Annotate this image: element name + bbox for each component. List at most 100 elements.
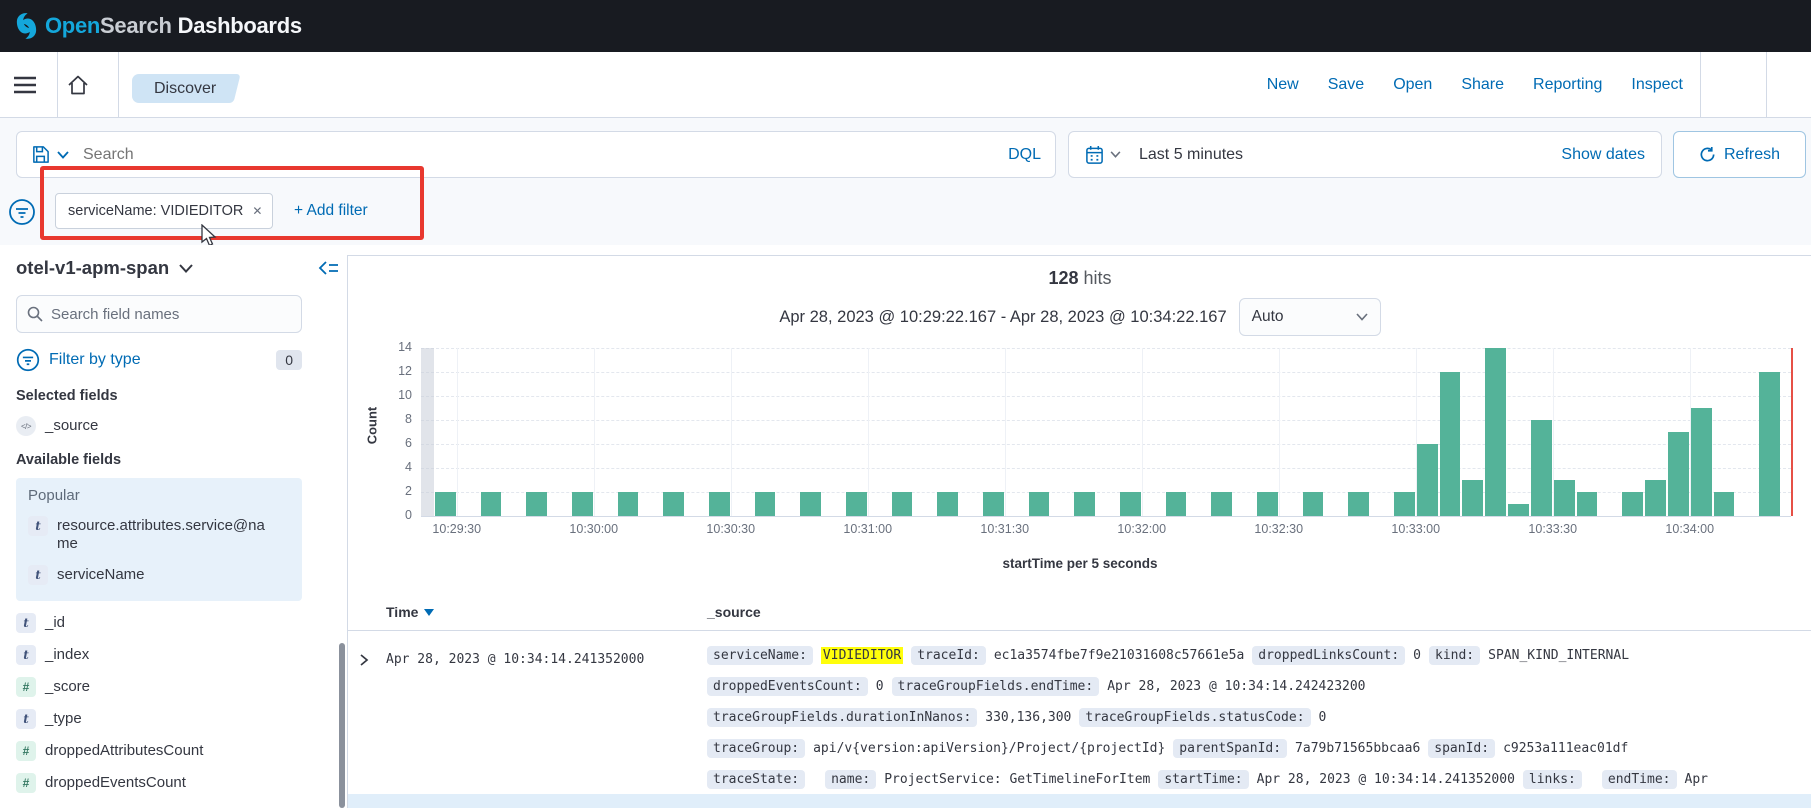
filter-by-type-button[interactable]: Filter by type 0 (16, 348, 302, 372)
histogram-bar (1531, 420, 1552, 516)
field-item--id[interactable]: t_id (16, 613, 331, 633)
field-item--index[interactable]: t_index (16, 645, 331, 665)
refresh-button[interactable]: Refresh (1673, 131, 1806, 178)
nav-link-new[interactable]: New (1267, 76, 1299, 94)
search-query-bar[interactable]: DQL (16, 131, 1056, 178)
field-item--type[interactable]: t_type (16, 709, 331, 729)
field-search-box[interactable] (16, 295, 302, 333)
logo-text-open: Open (45, 13, 100, 38)
x-tick-label: 10:32:00 (1102, 522, 1182, 536)
breadcrumb-label: Discover (154, 80, 216, 98)
field-item-servicename[interactable]: tserviceName (28, 565, 290, 585)
field-search-input[interactable] (51, 306, 271, 323)
field-value: 330,136,300 (985, 710, 1071, 725)
histogram-bar (983, 492, 1004, 516)
popular-fields-group: Popular tresource.attributes.service@nam… (16, 478, 302, 601)
field-type-icon: t (28, 565, 48, 585)
source-line: traceGroupFields.durationInNanos: 330,136… (707, 702, 1811, 733)
add-filter-button[interactable]: + Add filter (294, 202, 368, 220)
search-input[interactable] (83, 146, 1008, 164)
histogram-bar (1485, 348, 1506, 516)
nav-link-save[interactable]: Save (1328, 76, 1364, 94)
opensearch-logo-icon (13, 11, 40, 41)
field-item-droppedeventscount[interactable]: #droppedEventsCount (16, 773, 331, 793)
field-name-badge: traceGroupFields.durationInNanos: (707, 708, 977, 727)
nav-link-share[interactable]: Share (1461, 76, 1504, 94)
filter-remove-icon[interactable]: ✕ (252, 204, 262, 218)
field-name-badge: traceId: (911, 646, 986, 665)
histogram-chart[interactable]: Count 0246810121410:29:3010:30:0010:30:3… (348, 256, 1811, 556)
nav-link-open[interactable]: Open (1393, 76, 1432, 94)
histogram-bar (937, 492, 958, 516)
time-end-marker (1791, 348, 1793, 516)
x-gridline (1005, 348, 1006, 516)
breadcrumb-discover[interactable]: Discover (132, 74, 230, 103)
field-item-droppedattributescount[interactable]: #droppedAttributesCount (16, 741, 331, 761)
field-name-badge: kind: (1429, 646, 1480, 665)
nav-divider (1766, 52, 1767, 117)
field-type-icon: # (16, 773, 36, 793)
histogram-bar (1577, 492, 1598, 516)
filter-pill-servicename[interactable]: serviceName: VIDIEDITOR ✕ (55, 193, 273, 229)
filter-set-icon[interactable] (8, 198, 36, 226)
available-fields-list: t_idt_index#_scoret_type#droppedAttribut… (16, 613, 331, 793)
time-column-header[interactable]: Time (386, 604, 434, 620)
collapse-sidebar-icon[interactable] (318, 259, 340, 277)
show-dates-button[interactable]: Show dates (1561, 146, 1645, 164)
field-type-icon: t (16, 613, 36, 633)
y-tick-label: 2 (376, 484, 412, 498)
date-picker[interactable]: Last 5 minutes Show dates (1068, 131, 1662, 178)
query-bar-area: DQL Last 5 minutes Show dates Refresh se… (0, 118, 1811, 245)
date-picker-chevron-down-icon[interactable] (1110, 151, 1121, 158)
histogram-bar (1166, 492, 1187, 516)
histogram-bar (618, 492, 639, 516)
histogram-bar (1120, 492, 1141, 516)
x-axis-line (421, 516, 1791, 517)
selected-fields-list: </>_source (16, 416, 331, 436)
calendar-icon[interactable] (1085, 145, 1104, 165)
y-tick-label: 4 (376, 460, 412, 474)
field-value: c9253a111eac01df (1503, 741, 1628, 756)
histogram-bar (1691, 408, 1712, 516)
field-item--source[interactable]: </>_source (16, 416, 331, 436)
saved-query-icon[interactable] (31, 145, 50, 164)
field-item--score[interactable]: #_score (16, 677, 331, 697)
saved-query-chevron-down-icon[interactable] (57, 151, 69, 159)
y-tick-label: 12 (376, 364, 412, 378)
histogram-bar (1668, 432, 1689, 516)
home-icon[interactable] (66, 74, 90, 96)
menu-hamburger-icon[interactable] (13, 75, 37, 95)
time-header-label: Time (386, 604, 418, 620)
histogram-bar (1417, 444, 1438, 516)
field-value: Apr (1685, 772, 1708, 787)
x-tick-label: 10:32:30 (1239, 522, 1319, 536)
histogram-bar (755, 492, 776, 516)
field-value: ec1a3574fbe7f9e21031608c57661e5a (994, 648, 1244, 663)
field-value: Apr 28, 2023 @ 10:34:14.242423200 (1107, 679, 1365, 694)
x-tick-label: 10:30:00 (554, 522, 634, 536)
expand-row-icon[interactable] (358, 653, 370, 667)
y-tick-label: 10 (376, 388, 412, 402)
x-tick-label: 10:31:30 (965, 522, 1045, 536)
nav-divider (57, 52, 58, 117)
filter-pill-label: serviceName: VIDIEDITOR (68, 203, 243, 219)
partial-bucket-band (421, 348, 434, 516)
source-line: traceGroup:api/v{version:apiVersion}/Pro… (707, 733, 1811, 764)
row-source-cell: serviceName:VIDIEDITORtraceId:ec1a3574fb… (707, 640, 1811, 795)
nav-link-inspect[interactable]: Inspect (1631, 76, 1683, 94)
time-range-value[interactable]: Last 5 minutes (1139, 146, 1561, 164)
opensearch-logo[interactable]: OpenSearchDashboards (13, 11, 302, 41)
x-tick-label: 10:33:00 (1376, 522, 1456, 536)
field-value: api/v{version:apiVersion}/Project/{proje… (813, 741, 1165, 756)
field-name-badge: droppedLinksCount: (1252, 646, 1405, 665)
field-item-resource-attributes-service-name[interactable]: tresource.attributes.service@name (28, 516, 290, 553)
index-pattern-selector[interactable]: otel-v1-apm-span (16, 257, 246, 279)
histogram-bar (846, 492, 867, 516)
nav-divider (1700, 52, 1701, 117)
nav-link-reporting[interactable]: Reporting (1533, 76, 1602, 94)
field-name: _score (45, 677, 90, 696)
y-gridline (421, 468, 1791, 469)
sidebar-scrollbar[interactable] (339, 643, 345, 808)
query-language-button[interactable]: DQL (1008, 146, 1041, 164)
discover-main-panel: 128 hits Apr 28, 2023 @ 10:29:22.167 - A… (347, 255, 1811, 808)
